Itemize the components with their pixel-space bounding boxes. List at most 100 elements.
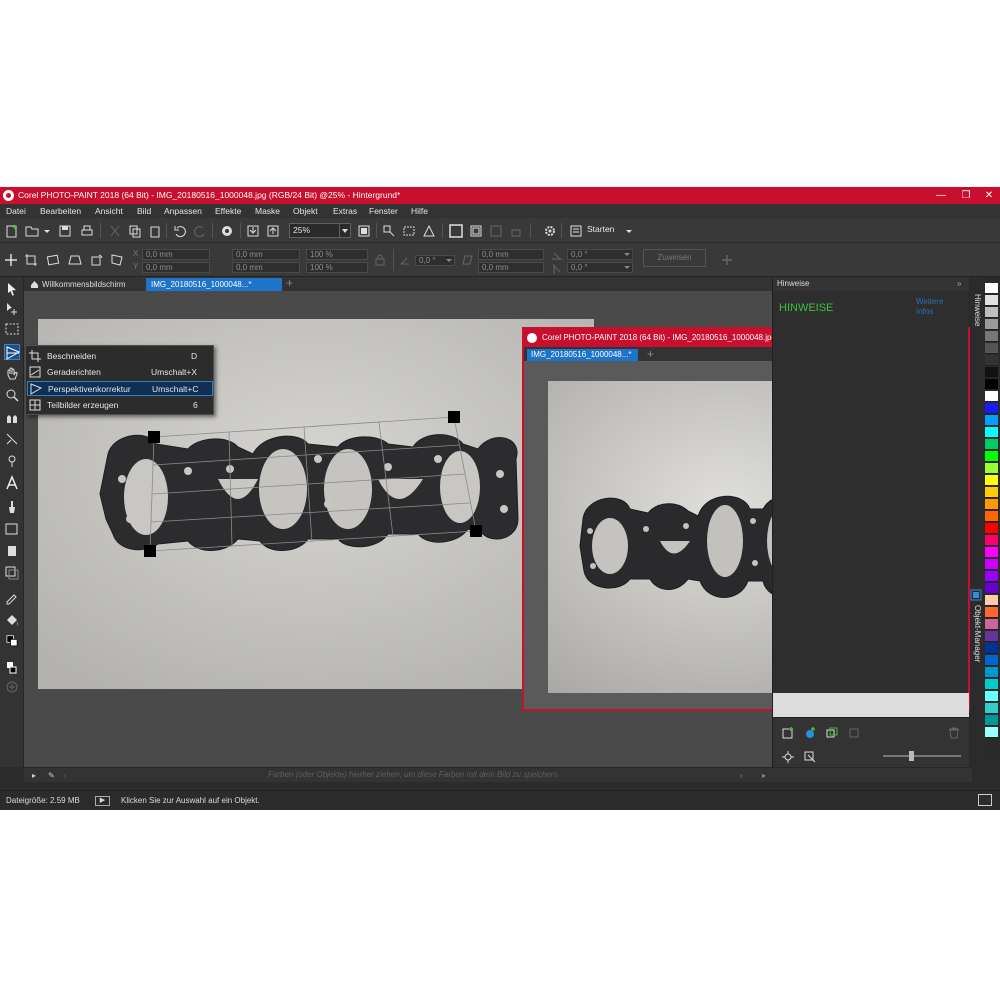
menu-extras[interactable]: Extras xyxy=(333,204,357,218)
minimize-button[interactable]: — xyxy=(930,187,952,204)
floating-tab-document[interactable]: IMG_20180516_1000048...* xyxy=(527,349,638,361)
delete-object-icon[interactable] xyxy=(947,726,961,740)
color-swatch[interactable] xyxy=(985,679,998,690)
color-swatch[interactable] xyxy=(985,343,998,354)
save-icon[interactable] xyxy=(58,224,72,238)
color-swatch[interactable] xyxy=(985,403,998,414)
docker-tab-object-manager[interactable]: Objekt-Manager xyxy=(969,605,982,662)
undo-icon[interactable] xyxy=(173,224,187,238)
open-dropdown-icon[interactable] xyxy=(40,224,50,238)
flyout-item-perspective-correction[interactable]: Perspektivenkorrektur Umschalt+C xyxy=(27,381,213,396)
flyout-item-create-tiles[interactable]: Teilbilder erzeugen 6 xyxy=(27,398,213,413)
object-marquee-icon[interactable] xyxy=(422,224,436,238)
straighten-icon[interactable] xyxy=(46,253,60,267)
mask-tool-icon[interactable] xyxy=(4,321,20,337)
clone-tool-icon[interactable] xyxy=(4,409,20,425)
scroll-left-icon[interactable]: ‹ xyxy=(64,769,67,783)
color-swatch[interactable] xyxy=(985,655,998,666)
color-swatch[interactable] xyxy=(985,535,998,546)
color-swatch[interactable] xyxy=(985,643,998,654)
menu-bearbeiten[interactable]: Bearbeiten xyxy=(40,204,81,218)
opacity-slider-handle[interactable] xyxy=(909,751,914,761)
text-tool-icon[interactable] xyxy=(4,475,20,491)
menu-datei[interactable]: Datei xyxy=(6,204,26,218)
scale-height-field[interactable]: 100 % xyxy=(306,262,368,273)
full-screen-icon[interactable] xyxy=(357,224,371,238)
color-swatch[interactable] xyxy=(985,571,998,582)
chevron-down-icon[interactable] xyxy=(622,224,632,238)
floating-add-tab-button[interactable]: + xyxy=(647,347,654,361)
color-swatch[interactable] xyxy=(985,631,998,642)
new-file-icon[interactable] xyxy=(5,224,19,238)
angle-v-field[interactable]: 0,0 ° xyxy=(567,262,633,273)
color-swatch[interactable] xyxy=(985,547,998,558)
x-position-field[interactable]: 0,0 mm xyxy=(142,249,210,260)
opacity-slider-track[interactable] xyxy=(883,755,961,757)
crop-icon[interactable] xyxy=(24,253,38,267)
color-swatch[interactable] xyxy=(985,427,998,438)
color-swatch[interactable] xyxy=(985,523,998,534)
color-swatch[interactable] xyxy=(985,391,998,402)
color-swatch[interactable] xyxy=(985,595,998,606)
rotation-angle-field[interactable]: 0,0 ° xyxy=(415,255,455,266)
tab-document[interactable]: IMG_20180516_1000048...* xyxy=(146,278,282,291)
object-picker-icon[interactable] xyxy=(803,750,817,764)
mask-lock-icon[interactable] xyxy=(509,224,523,238)
add-preset-icon[interactable] xyxy=(720,253,734,267)
color-swatch[interactable] xyxy=(985,475,998,486)
paste-icon[interactable] xyxy=(148,224,162,238)
cut-icon[interactable] xyxy=(108,224,122,238)
rectangle-tool-icon[interactable] xyxy=(4,521,20,537)
mask-marquee-icon[interactable] xyxy=(402,224,416,238)
color-swatch[interactable] xyxy=(985,487,998,498)
corel-connect-icon[interactable] xyxy=(220,224,234,238)
fill-tool-icon[interactable] xyxy=(4,611,20,627)
height-field[interactable]: 0,0 mm xyxy=(232,262,300,273)
perspective-crop-tool-icon[interactable] xyxy=(4,344,21,360)
more-info-link[interactable]: Weitere Infos xyxy=(916,297,943,317)
snap-to-icon[interactable] xyxy=(382,224,396,238)
info-badge-icon[interactable]: ▶ xyxy=(95,796,110,806)
color-swatch[interactable] xyxy=(985,463,998,474)
scroll-right-icon[interactable]: › xyxy=(740,769,743,783)
color-swatch[interactable] xyxy=(985,415,998,426)
pick-tool-icon[interactable] xyxy=(4,281,20,297)
color-swatch[interactable] xyxy=(985,715,998,726)
copy-icon[interactable] xyxy=(128,224,142,238)
open-folder-icon[interactable] xyxy=(25,224,39,238)
touch-up-tool-icon[interactable] xyxy=(4,431,20,447)
zoom-tool-icon[interactable] xyxy=(4,387,20,403)
redo-icon[interactable] xyxy=(193,224,207,238)
menu-objekt[interactable]: Objekt xyxy=(293,204,318,218)
apply-button[interactable]: Zuweisen xyxy=(643,249,706,267)
red-eye-tool-icon[interactable] xyxy=(4,453,20,469)
new-object-icon[interactable] xyxy=(781,726,795,740)
export-icon[interactable] xyxy=(266,224,280,238)
color-swatches-icon[interactable] xyxy=(4,635,20,657)
object-manager-list[interactable] xyxy=(773,693,969,717)
color-swatch[interactable] xyxy=(985,511,998,522)
color-swatch[interactable] xyxy=(985,439,998,450)
color-swatch[interactable] xyxy=(985,559,998,570)
menu-fenster[interactable]: Fenster xyxy=(369,204,398,218)
menu-effekte[interactable]: Effekte xyxy=(215,204,241,218)
color-swatch[interactable] xyxy=(985,379,998,390)
menu-maske[interactable]: Maske xyxy=(255,204,280,218)
tab-welcome-screen[interactable]: Willkommensbildschirm xyxy=(28,278,126,291)
application-launcher-icon[interactable] xyxy=(569,224,583,238)
palette-options-icon[interactable]: ▸ xyxy=(762,769,766,783)
shadow-tool-icon[interactable] xyxy=(4,565,20,581)
transform-tool-icon[interactable] xyxy=(4,301,20,317)
color-swatch[interactable] xyxy=(985,283,998,294)
color-swatch[interactable] xyxy=(985,307,998,318)
skew-x-field[interactable]: 0,0 mm xyxy=(478,249,544,260)
eyedropper-icon[interactable]: ✎ xyxy=(48,769,55,783)
show-objects-icon[interactable] xyxy=(469,224,483,238)
scale-width-field[interactable]: 100 % xyxy=(306,249,368,260)
menu-hilfe[interactable]: Hilfe xyxy=(411,204,428,218)
add-node-icon[interactable] xyxy=(4,253,18,267)
color-swatch[interactable] xyxy=(985,727,998,738)
print-icon[interactable] xyxy=(80,224,94,238)
zoom-dropdown-icon[interactable] xyxy=(339,224,350,237)
docker-tab-hints[interactable]: Hinweise xyxy=(969,294,982,326)
